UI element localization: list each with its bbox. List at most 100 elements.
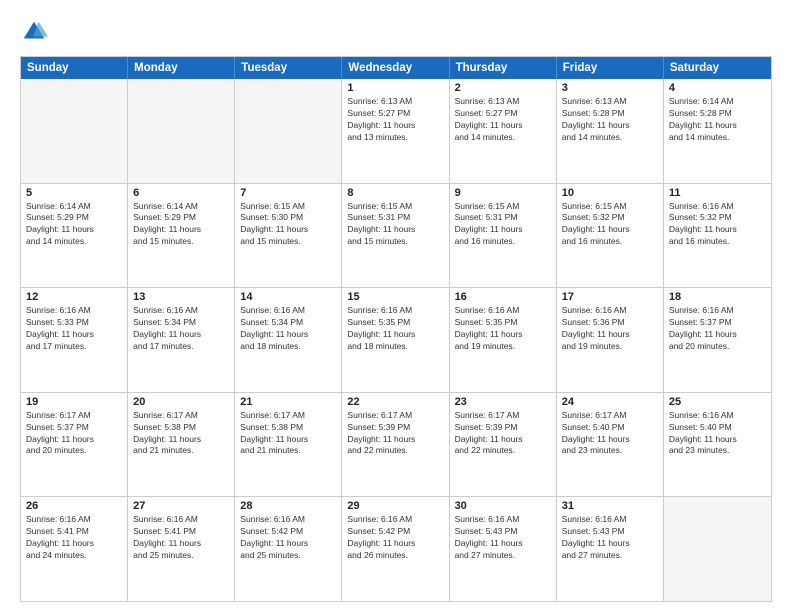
calendar-header: SundayMondayTuesdayWednesdayThursdayFrid…	[21, 57, 771, 79]
day-number: 14	[240, 291, 336, 303]
cal-cell-empty	[128, 79, 235, 183]
day-number: 11	[669, 187, 766, 199]
day-info: Sunrise: 6:17 AMSunset: 5:40 PMDaylight:…	[562, 410, 658, 458]
cal-cell-day: 30 Sunrise: 6:16 AMSunset: 5:43 PMDayligh…	[450, 497, 557, 601]
cal-header-day: Thursday	[450, 57, 557, 79]
day-number: 16	[455, 291, 551, 303]
cal-cell-day: 24 Sunrise: 6:17 AMSunset: 5:40 PMDayligh…	[557, 393, 664, 497]
cal-cell-day: 8Sunrise: 6:15 AMSunset: 5:31 PMDaylight…	[342, 184, 449, 288]
cal-header-day: Wednesday	[342, 57, 449, 79]
cal-cell-empty	[235, 79, 342, 183]
day-info: Sunrise: 6:16 AMSunset: 5:35 PMDaylight:…	[347, 305, 443, 353]
cal-cell-day: 16Sunrise: 6:16 AMSunset: 5:35 PMDayligh…	[450, 288, 557, 392]
day-info: Sunrise: 6:14 AMSunset: 5:29 PMDaylight:…	[26, 201, 122, 249]
day-info: Sunrise: 6:15 AMSunset: 5:32 PMDaylight:…	[562, 201, 658, 249]
cal-header-day: Monday	[128, 57, 235, 79]
day-number: 10	[562, 187, 658, 199]
cal-cell-day: 4 Sunrise: 6:14 AMSunset: 5:28 PMDaylight…	[664, 79, 771, 183]
calendar-row: 12Sunrise: 6:16 AMSunset: 5:33 PMDayligh…	[21, 287, 771, 392]
day-number: 21	[240, 396, 336, 408]
cal-cell-day: 3Sunrise: 6:13 AMSunset: 5:28 PMDaylight…	[557, 79, 664, 183]
day-number: 30	[455, 500, 551, 512]
header	[20, 18, 772, 46]
day-number: 20	[133, 396, 229, 408]
day-info: Sunrise: 6:16 AMSunset: 5:43 PMDaylight:…	[455, 514, 551, 562]
day-info: Sunrise: 6:16 AMSunset: 5:40 PMDaylight:…	[669, 410, 766, 458]
cal-cell-day: 29 Sunrise: 6:16 AMSunset: 5:42 PMDayligh…	[342, 497, 449, 601]
cal-cell-empty	[21, 79, 128, 183]
cal-cell-day: 11Sunrise: 6:16 AMSunset: 5:32 PMDayligh…	[664, 184, 771, 288]
calendar: SundayMondayTuesdayWednesdayThursdayFrid…	[20, 56, 772, 602]
day-number: 15	[347, 291, 443, 303]
cal-cell-day: 21 Sunrise: 6:17 AMSunset: 5:38 PMDayligh…	[235, 393, 342, 497]
day-info: Sunrise: 6:16 AMSunset: 5:36 PMDaylight:…	[562, 305, 658, 353]
day-number: 22	[347, 396, 443, 408]
day-info: Sunrise: 6:16 AMSunset: 5:34 PMDaylight:…	[240, 305, 336, 353]
day-number: 7	[240, 187, 336, 199]
day-info: Sunrise: 6:17 AMSunset: 5:39 PMDaylight:…	[347, 410, 443, 458]
cal-cell-day: 28Sunrise: 6:16 AMSunset: 5:42 PMDayligh…	[235, 497, 342, 601]
day-number: 9	[455, 187, 551, 199]
logo	[20, 18, 52, 46]
cal-cell-day: 2Sunrise: 6:13 AMSunset: 5:27 PMDaylight…	[450, 79, 557, 183]
day-info: Sunrise: 6:16 AMSunset: 5:34 PMDaylight:…	[133, 305, 229, 353]
calendar-body: 1 Sunrise: 6:13 AMSunset: 5:27 PMDaylight…	[21, 79, 771, 601]
cal-header-day: Friday	[557, 57, 664, 79]
cal-cell-day: 13 Sunrise: 6:16 AMSunset: 5:34 PMDayligh…	[128, 288, 235, 392]
cal-cell-day: 17 Sunrise: 6:16 AMSunset: 5:36 PMDayligh…	[557, 288, 664, 392]
day-info: Sunrise: 6:15 AMSunset: 5:31 PMDaylight:…	[455, 201, 551, 249]
cal-cell-day: 20 Sunrise: 6:17 AMSunset: 5:38 PMDayligh…	[128, 393, 235, 497]
cal-cell-day: 15 Sunrise: 6:16 AMSunset: 5:35 PMDayligh…	[342, 288, 449, 392]
page: SundayMondayTuesdayWednesdayThursdayFrid…	[0, 0, 792, 612]
day-info: Sunrise: 6:14 AMSunset: 5:28 PMDaylight:…	[669, 96, 766, 144]
day-number: 2	[455, 82, 551, 94]
day-number: 1	[347, 82, 443, 94]
day-info: Sunrise: 6:14 AMSunset: 5:29 PMDaylight:…	[133, 201, 229, 249]
day-info: Sunrise: 6:16 AMSunset: 5:42 PMDaylight:…	[240, 514, 336, 562]
day-info: Sunrise: 6:15 AMSunset: 5:30 PMDaylight:…	[240, 201, 336, 249]
cal-cell-day: 9 Sunrise: 6:15 AMSunset: 5:31 PMDaylight…	[450, 184, 557, 288]
day-info: Sunrise: 6:17 AMSunset: 5:38 PMDaylight:…	[133, 410, 229, 458]
day-number: 12	[26, 291, 122, 303]
cal-cell-day: 25Sunrise: 6:16 AMSunset: 5:40 PMDayligh…	[664, 393, 771, 497]
cal-cell-day: 31 Sunrise: 6:16 AMSunset: 5:43 PMDayligh…	[557, 497, 664, 601]
day-number: 13	[133, 291, 229, 303]
calendar-row: 5 Sunrise: 6:14 AMSunset: 5:29 PMDaylight…	[21, 183, 771, 288]
day-info: Sunrise: 6:17 AMSunset: 5:38 PMDaylight:…	[240, 410, 336, 458]
cal-header-day: Tuesday	[235, 57, 342, 79]
cal-cell-day: 7 Sunrise: 6:15 AMSunset: 5:30 PMDaylight…	[235, 184, 342, 288]
day-info: Sunrise: 6:17 AMSunset: 5:37 PMDaylight:…	[26, 410, 122, 458]
day-number: 27	[133, 500, 229, 512]
day-number: 24	[562, 396, 658, 408]
day-number: 4	[669, 82, 766, 94]
cal-cell-day: 1 Sunrise: 6:13 AMSunset: 5:27 PMDaylight…	[342, 79, 449, 183]
day-number: 18	[669, 291, 766, 303]
day-number: 17	[562, 291, 658, 303]
day-number: 26	[26, 500, 122, 512]
day-info: Sunrise: 6:15 AMSunset: 5:31 PMDaylight:…	[347, 201, 443, 249]
cal-cell-day: 12Sunrise: 6:16 AMSunset: 5:33 PMDayligh…	[21, 288, 128, 392]
day-number: 5	[26, 187, 122, 199]
logo-icon	[20, 18, 48, 46]
day-info: Sunrise: 6:16 AMSunset: 5:37 PMDaylight:…	[669, 305, 766, 353]
day-number: 23	[455, 396, 551, 408]
day-number: 29	[347, 500, 443, 512]
calendar-row: 1 Sunrise: 6:13 AMSunset: 5:27 PMDaylight…	[21, 79, 771, 183]
cal-header-day: Saturday	[664, 57, 771, 79]
cal-cell-day: 23 Sunrise: 6:17 AMSunset: 5:39 PMDayligh…	[450, 393, 557, 497]
day-info: Sunrise: 6:17 AMSunset: 5:39 PMDaylight:…	[455, 410, 551, 458]
day-info: Sunrise: 6:13 AMSunset: 5:27 PMDaylight:…	[347, 96, 443, 144]
cal-cell-day: 5 Sunrise: 6:14 AMSunset: 5:29 PMDaylight…	[21, 184, 128, 288]
cal-cell-day: 27 Sunrise: 6:16 AMSunset: 5:41 PMDayligh…	[128, 497, 235, 601]
cal-cell-day: 19 Sunrise: 6:17 AMSunset: 5:37 PMDayligh…	[21, 393, 128, 497]
day-number: 3	[562, 82, 658, 94]
day-info: Sunrise: 6:16 AMSunset: 5:43 PMDaylight:…	[562, 514, 658, 562]
day-number: 31	[562, 500, 658, 512]
day-info: Sunrise: 6:16 AMSunset: 5:41 PMDaylight:…	[133, 514, 229, 562]
calendar-row: 26 Sunrise: 6:16 AMSunset: 5:41 PMDayligh…	[21, 496, 771, 601]
cal-header-day: Sunday	[21, 57, 128, 79]
day-info: Sunrise: 6:16 AMSunset: 5:42 PMDaylight:…	[347, 514, 443, 562]
day-number: 19	[26, 396, 122, 408]
day-info: Sunrise: 6:16 AMSunset: 5:41 PMDaylight:…	[26, 514, 122, 562]
cal-cell-day: 10 Sunrise: 6:15 AMSunset: 5:32 PMDayligh…	[557, 184, 664, 288]
